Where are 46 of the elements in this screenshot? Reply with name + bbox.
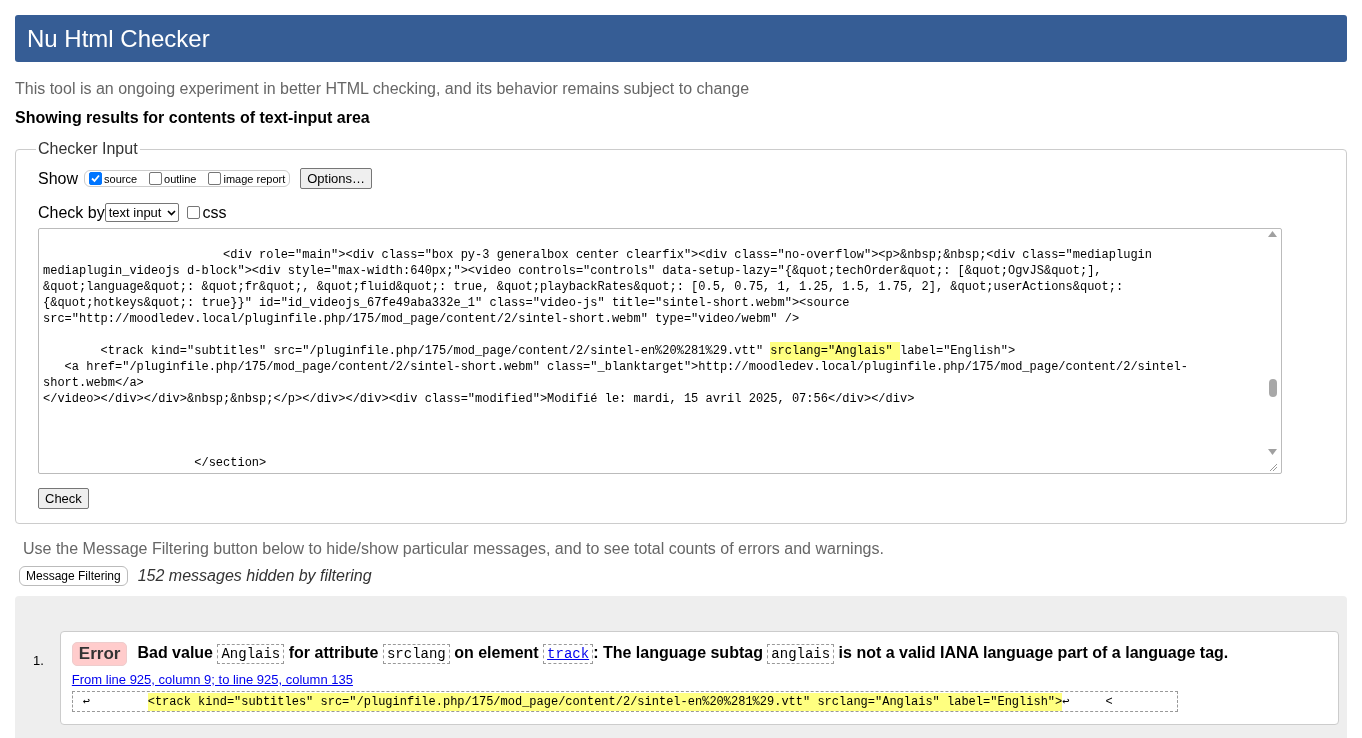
message-number: 1. [33, 653, 44, 668]
filter-hint-text: Use the Message Filtering button below to hide/show particular messages, and to see total counts of errors and warnings. [23, 540, 885, 558]
intro-text: This tool is an ongoing experiment in better HTML checking, and its behavior remains subject to change [15, 80, 751, 98]
chevron-down-icon [167, 209, 177, 216]
app-title-bar: Nu Html Checker [15, 15, 1347, 62]
source-extract: ↩ <track kind="subtitles" src="/pluginfile.php/175/mod_page/content/2/sintel-en%20%281%29.vtt" srclang="Anglais" label="English">↩ < [71, 691, 1178, 712]
source-code-line: </video></div></div>&nbsp;&nbsp;</p></div></div><div class="modified">Modifié le: mardi, 15 avril 2025, 07:56</div></div> [43, 391, 916, 407]
element-link[interactable]: track [543, 644, 594, 664]
source-code-line: {&quot;hotkeys&quot;: true}}" id="id_videojs_67fe49aba332e_1" class="video-js" title="sintel-short.webm"><source [43, 295, 851, 311]
source-code-line: <div role="main"><div class="box py-3 generalbox center clearfix"><div class="no-overflow"><p>&nbsp;&nbsp;<div class="mediaplugin [222, 247, 1153, 263]
checkbox-label[interactable]: image report [223, 172, 286, 185]
scroll-down-icon[interactable] [1268, 449, 1277, 455]
checkbox-icon[interactable] [149, 172, 163, 185]
option-checkbox[interactable]: source [89, 172, 138, 185]
source-code-line: src="http://moodledev.local/pluginfile.php/175/mod_page/content/2/sintel-short.webm" type="video/webm" /> [43, 311, 801, 327]
panel-legend: Checker Input [36, 140, 140, 158]
checkbox-icon[interactable] [187, 206, 201, 219]
check-by-select[interactable]: text input [104, 203, 180, 222]
source-code-line: </section> [193, 455, 268, 471]
option-checkbox[interactable]: image report [208, 172, 286, 185]
error-badge: Error [71, 641, 128, 666]
results-heading: Showing results for contents of text-input area [15, 109, 371, 127]
error-message: Bad value Anglais for attribute srclang on element track : The language subtag anglais is not a valid IANA language part of a language tag. [137, 643, 1229, 666]
checkbox-label[interactable]: source [104, 172, 138, 185]
source-code-line: <track kind="subtitles" src="/pluginfile.php/175/mod_page/content/2/sintel-en%20%281%29.vtt" srclang="Anglais" label="English"> [99, 343, 1017, 359]
source-code-line: &quot;language&quot;: &quot;fr&quot;, &quot;fluid&quot;: true, &quot;playbackRates&quot;: [0.5, 0.75, 1, 1.25, 1.5, 1.75, 2], &quot;userActions&quot;: [43, 279, 1125, 295]
checkbox-label[interactable]: css [202, 203, 227, 222]
check-button[interactable]: Check [38, 488, 89, 509]
source-code-line: short.webm</a> [43, 375, 145, 391]
source-code-line: mediaplugin_videojs d-block"><div style="max-width:640px;"><video controls="controls" data-setup-lazy="{&quot;techOrder&quot;: [&quot;OgvJS&quot;], [43, 263, 1103, 279]
select-value[interactable]: text input [108, 205, 162, 220]
resize-grip-icon[interactable] [1268, 463, 1277, 471]
checkbox-icon[interactable] [208, 172, 222, 185]
options-button[interactable]: Options… [300, 168, 373, 189]
location-link[interactable]: From line 925, column 9; to line 925, column 135 [71, 672, 353, 687]
scrollbar-thumb[interactable] [1268, 379, 1277, 397]
checkbox-label[interactable]: outline [164, 172, 197, 185]
check-by-label: Check by [38, 203, 105, 222]
message-filtering-button[interactable]: Message Filtering [19, 566, 128, 586]
show-label: Show [38, 169, 79, 188]
scroll-up-icon[interactable] [1268, 231, 1277, 237]
source-text-area[interactable] [38, 228, 1282, 474]
option-checkbox[interactable]: outline [149, 172, 197, 185]
checkbox-icon[interactable] [89, 172, 103, 185]
source-code-line: <a href="/pluginfile.php/175/mod_page/content/2/sintel-short.webm" class="_blanktarget">http://moodledev.local/pluginfile.php/175/mod_page/content/2/sintel- [63, 359, 1189, 375]
hidden-count-text: 152 messages hidden by filtering [137, 567, 372, 585]
